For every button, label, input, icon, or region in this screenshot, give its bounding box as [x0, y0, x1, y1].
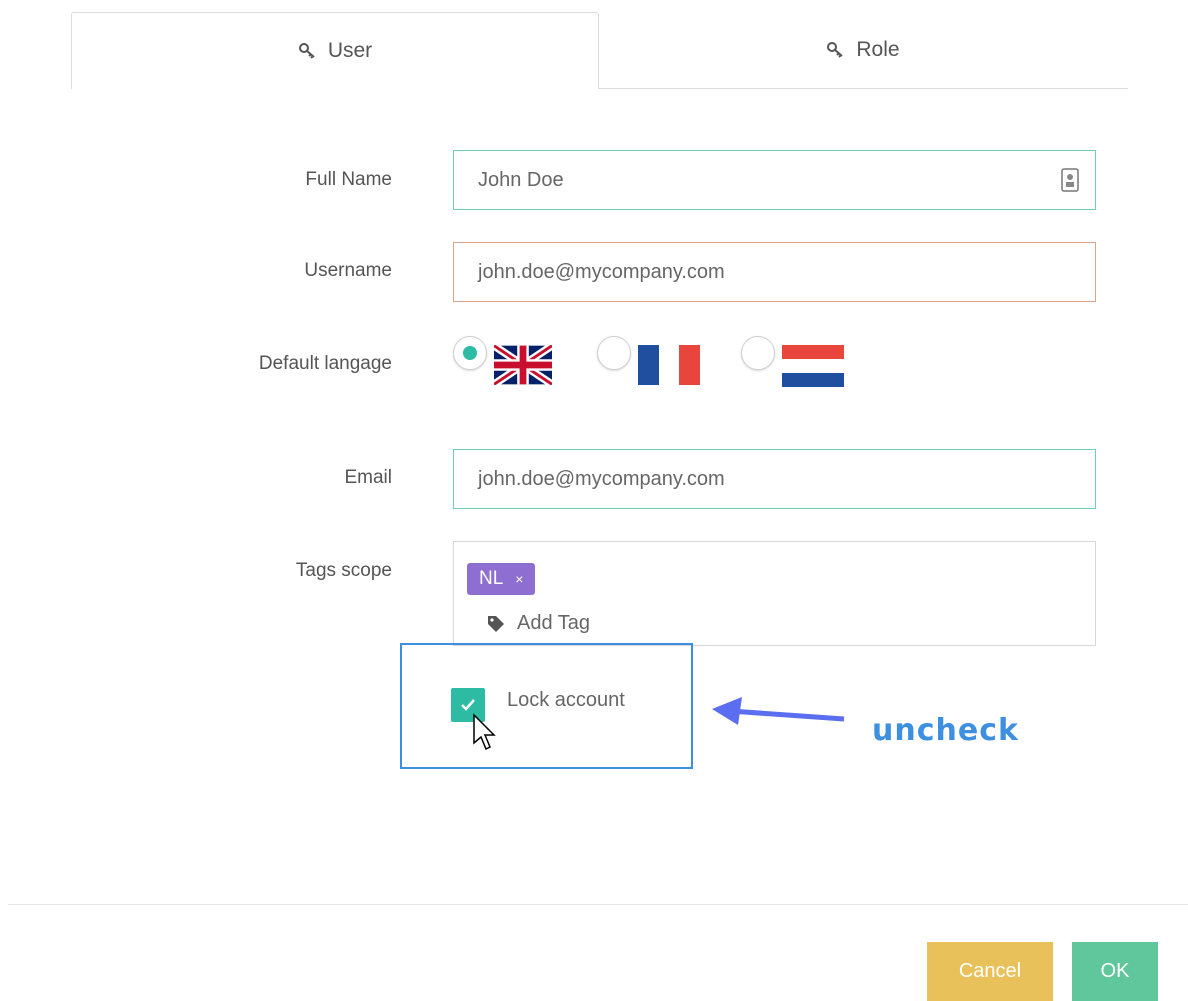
netherlands-flag-icon: [782, 345, 844, 387]
tab-user[interactable]: User: [71, 12, 599, 89]
checkmark-icon: [461, 699, 475, 711]
email-label: Email: [344, 467, 392, 488]
email-value: john.doe@mycompany.com: [478, 467, 725, 490]
tag-remove-icon[interactable]: ×: [515, 571, 523, 587]
tab-role[interactable]: Role: [598, 12, 1128, 88]
annotation-arrow-icon: [712, 697, 845, 725]
annotation-text: uncheck: [872, 713, 1019, 748]
language-radio-fr[interactable]: [597, 336, 631, 370]
tab-divider: [598, 88, 1128, 89]
tab-role-label: Role: [856, 38, 900, 61]
contact-card-icon[interactable]: [1061, 168, 1079, 198]
tags-input[interactable]: NL × Add Tag: [453, 541, 1096, 646]
tag-label: NL: [479, 568, 504, 589]
tag-icon: [488, 615, 504, 632]
tag-chip: NL ×: [467, 563, 536, 595]
language-radio-nl[interactable]: [741, 336, 775, 370]
username-value: john.doe@mycompany.com: [478, 260, 725, 283]
email-input[interactable]: john.doe@mycompany.com: [453, 449, 1096, 509]
tags-scope-label: Tags scope: [295, 560, 392, 581]
key-icon: [298, 42, 318, 60]
add-tag-placeholder: Add Tag: [517, 612, 591, 634]
france-flag-icon: [638, 345, 700, 385]
add-tag-field[interactable]: Add Tag: [487, 612, 590, 635]
default-language-label: Default langage: [258, 353, 392, 374]
lock-account-label: Lock account: [507, 689, 625, 711]
full-name-input[interactable]: John Doe: [453, 150, 1096, 210]
username-input[interactable]: john.doe@mycompany.com: [453, 242, 1096, 302]
mouse-cursor-icon: [473, 713, 496, 751]
ok-button[interactable]: OK: [1072, 942, 1158, 1001]
username-label: Username: [304, 260, 392, 281]
footer-divider: [8, 904, 1188, 905]
full-name-value: John Doe: [478, 168, 564, 191]
full-name-label: Full Name: [305, 169, 392, 190]
key-icon: [826, 41, 846, 59]
language-radio-uk[interactable]: [453, 336, 487, 370]
cancel-button[interactable]: Cancel: [927, 942, 1053, 1001]
uk-flag-icon: [494, 345, 552, 385]
tab-user-label: User: [327, 39, 373, 62]
